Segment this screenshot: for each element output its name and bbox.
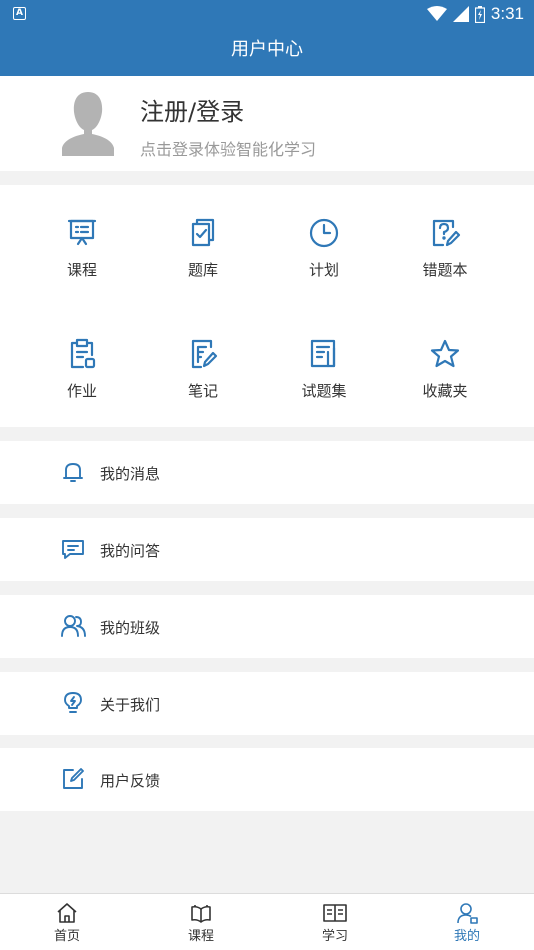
question-bank-icon [191,218,215,247]
tab-home[interactable]: 首页 [0,894,134,950]
status-bar: A 3:31 [0,0,534,28]
clock-icon [309,218,339,248]
menu-label: 用户反馈 [100,772,161,790]
star-icon [430,339,460,368]
menu-label: 我的消息 [100,465,161,483]
menu-label: 我的问答 [100,542,161,560]
profile-login-panel[interactable]: 注册/登录 点击登录体验智能化学习 [0,76,534,171]
grid-item-plan[interactable]: 计划 [264,217,384,287]
book-open-icon [191,905,211,923]
presentation-board-icon [67,219,97,246]
battery-icon [474,5,485,23]
chat-icon [62,540,84,559]
tab-label: 首页 [53,929,80,944]
grid-label: 错题本 [422,261,468,279]
study-book-icon [323,904,347,922]
grid-label: 收藏夹 [422,382,468,400]
home-icon [57,903,77,923]
feature-grid: 课程 题库 计划 错题本 作业 笔记 试题集 收藏夹 [0,185,534,427]
grid-item-homework[interactable]: 作业 [22,338,142,408]
grid-item-wrong-questions[interactable]: 错题本 [385,217,505,287]
tab-label: 学习 [321,929,348,944]
avatar-icon [62,92,114,156]
lightbulb-icon [64,692,82,713]
grid-label: 试题集 [301,382,347,400]
grid-label: 作业 [66,382,97,400]
grid-item-favorites[interactable]: 收藏夹 [385,338,505,408]
menu-item-about[interactable]: 关于我们 [0,672,534,735]
test-collection-icon [310,339,336,368]
tab-mine[interactable]: 我的 [400,894,534,950]
tab-course[interactable]: 课程 [134,894,268,950]
grid-item-question-bank[interactable]: 题库 [143,217,263,287]
menu-item-qa[interactable]: 我的问答 [0,518,534,581]
grid-item-test-collection[interactable]: 试题集 [264,338,384,408]
bell-icon [63,463,83,482]
login-hint: 点击登录体验智能化学习 [140,140,317,159]
clipboard-icon [70,338,96,369]
menu-label: 我的班级 [100,619,161,637]
menu-item-class[interactable]: 我的班级 [0,595,534,658]
status-time: 3:31 [490,4,524,23]
users-icon [61,615,86,637]
menu-label: 关于我们 [100,696,161,714]
signal-icon [452,6,469,22]
grid-item-notes[interactable]: 笔记 [143,338,263,408]
wrong-question-icon [432,219,461,247]
menu-item-feedback[interactable]: 用户反馈 [0,748,534,811]
grid-label: 题库 [187,261,218,279]
bottom-tab-bar: 首页 课程 学习 我的 [0,893,534,950]
tab-label: 我的 [453,929,480,944]
notification-a-icon: A [13,7,26,20]
login-link[interactable]: 注册/登录 [140,92,244,127]
tab-study[interactable]: 学习 [268,894,402,950]
note-edit-icon [191,339,218,369]
grid-label: 计划 [308,261,339,279]
grid-label: 课程 [66,261,97,279]
grid-item-course[interactable]: 课程 [22,217,142,287]
grid-label: 笔记 [187,382,218,400]
menu-item-messages[interactable]: 我的消息 [0,441,534,504]
tab-label: 课程 [187,929,214,944]
page-title: 用户中心 [0,28,534,76]
wifi-icon [426,6,447,21]
status-icons: 3:31 [426,2,524,26]
user-icon [457,903,478,924]
edit-icon [63,768,84,789]
